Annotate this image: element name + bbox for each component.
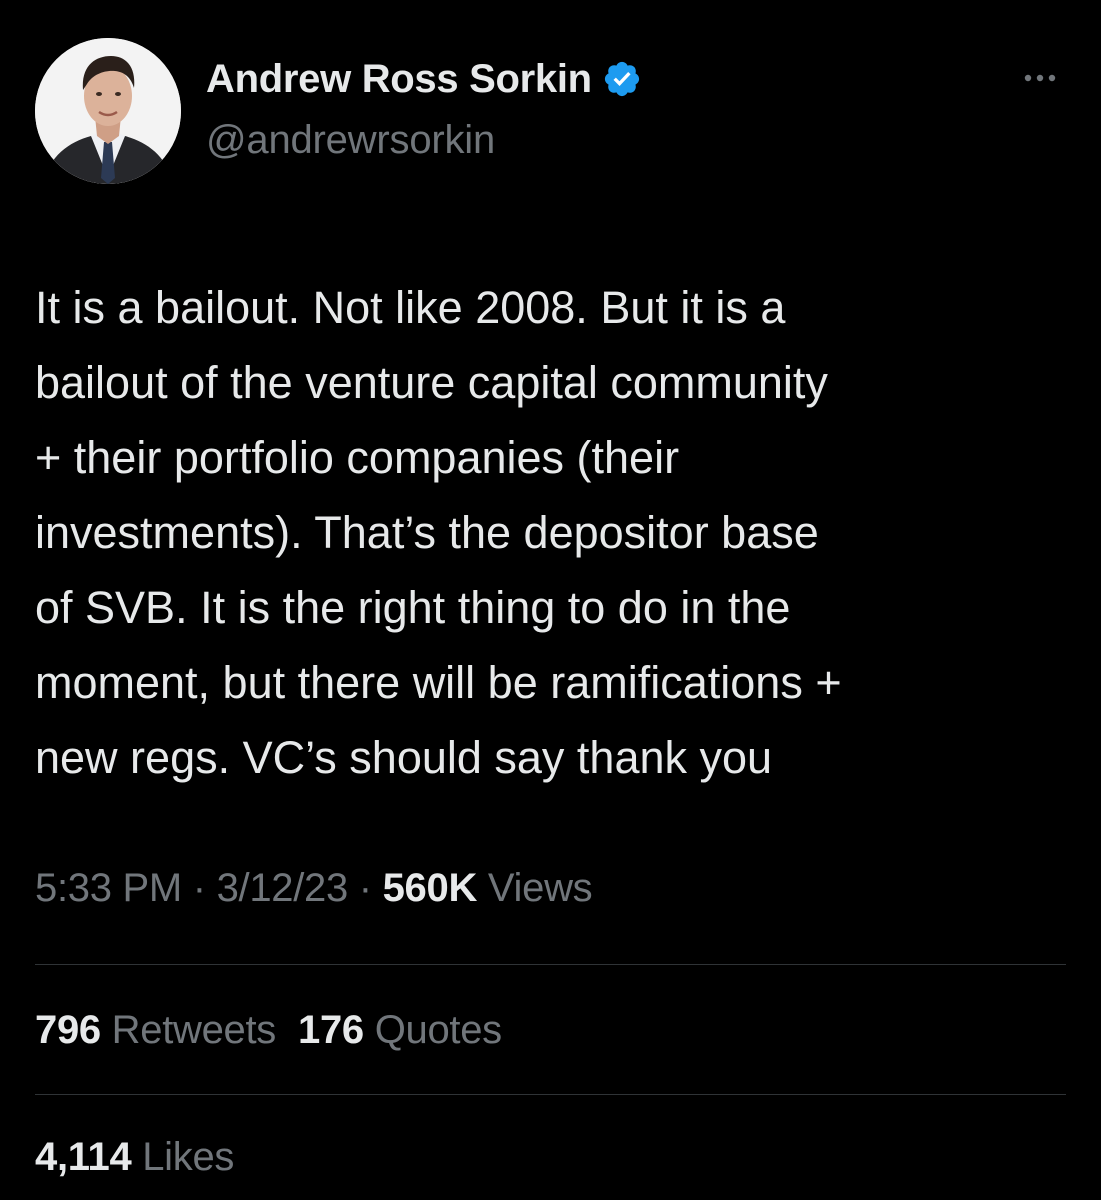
- quotes-link[interactable]: 176 Quotes: [298, 1008, 502, 1052]
- retweets-count: 796: [35, 1008, 101, 1052]
- avatar[interactable]: [35, 38, 181, 184]
- quotes-count: 176: [298, 1008, 364, 1052]
- tweet-text-line: bailout of the venture capital community: [35, 357, 828, 408]
- likes-label: Likes: [142, 1135, 235, 1179]
- tweet-meta: 5:33 PM · 3/12/23 · 560K Views: [35, 866, 593, 911]
- ellipsis-icon: [1024, 74, 1056, 82]
- tweet-date[interactable]: 3/12/23: [217, 866, 349, 910]
- tweet-text-line: of SVB. It is the right thing to do in t…: [35, 582, 791, 633]
- divider: [35, 1094, 1066, 1095]
- likes-link[interactable]: 4,114 Likes: [35, 1135, 234, 1179]
- more-options-button[interactable]: [1016, 66, 1064, 90]
- profile-photo-icon: [35, 38, 181, 184]
- retweets-label: Retweets: [111, 1008, 277, 1052]
- tweet-text-line: investments). That’s the depositor base: [35, 507, 819, 558]
- tweet-text-line: + their portfolio companies (their: [35, 432, 680, 483]
- views-count: 560K: [382, 866, 478, 910]
- likes-count: 4,114: [35, 1135, 132, 1179]
- tweet-detail: Andrew Ross Sorkin @andrewrsorkin It is …: [0, 0, 1101, 1200]
- meta-separator: ·: [358, 866, 372, 910]
- retweets-link[interactable]: 796 Retweets: [35, 1008, 276, 1052]
- meta-separator: ·: [192, 866, 206, 910]
- author-handle[interactable]: @andrewrsorkin: [206, 118, 495, 163]
- tweet-text-line: It is a bailout. Not like 2008. But it i…: [35, 282, 786, 333]
- views-label: Views: [487, 866, 593, 910]
- author-display-name[interactable]: Andrew Ross Sorkin: [206, 57, 592, 102]
- retweet-quote-stats: 796 Retweets 176 Quotes: [35, 1008, 502, 1053]
- tweet-text-line: moment, but there will be ramifications …: [35, 657, 842, 708]
- verified-badge-icon[interactable]: [602, 59, 642, 99]
- likes-stats: 4,114 Likes: [35, 1135, 234, 1180]
- divider: [35, 964, 1066, 965]
- quotes-label: Quotes: [374, 1008, 502, 1052]
- tweet-text-line: new regs. VC’s should say thank you: [35, 732, 773, 783]
- tweet-time[interactable]: 5:33 PM: [35, 866, 182, 910]
- tweet-text: It is a bailout. Not like 2008. But it i…: [35, 270, 1075, 795]
- author-name-row[interactable]: Andrew Ross Sorkin: [206, 54, 642, 104]
